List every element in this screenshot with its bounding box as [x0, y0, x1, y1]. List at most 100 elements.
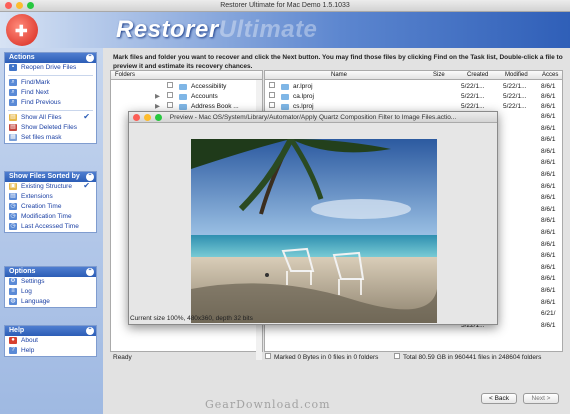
folder-icon — [179, 84, 187, 90]
minimize-window-button[interactable] — [16, 2, 23, 9]
preview-caption: Current size 100%, 480x360, depth 32 bit… — [130, 315, 253, 322]
clock-icon: ◷ — [9, 213, 17, 220]
actions-panel: Actions ⌃ ▪ Reopen Drive Files ⌕ Find/Mark … — [4, 52, 97, 144]
sort-existing-structure-item[interactable]: ▣ Existing Structure ✔ — [5, 182, 96, 192]
folder-checkbox[interactable] — [167, 92, 173, 98]
deleted-files-icon: ▤ — [9, 124, 17, 131]
preview-window-controls — [133, 114, 162, 121]
status-ready: Ready — [113, 354, 132, 361]
window-title: Restorer Ultimate for Mac Demo 1.5.1033 — [220, 2, 350, 9]
mask-icon: ▦ — [9, 134, 17, 141]
instructions-text: Mark files and folder you want to recove… — [113, 54, 563, 70]
reopen-drive-files-item[interactable]: ▪ Reopen Drive Files — [5, 63, 96, 73]
actions-panel-header[interactable]: Actions ⌃ — [5, 53, 96, 63]
folder-icon — [281, 84, 289, 90]
collapse-icon[interactable]: ⌃ — [86, 327, 94, 335]
options-panel-header[interactable]: Options ⌃ — [5, 267, 96, 277]
status-marked: Marked 0 Bytes in 0 files in 0 folders — [274, 354, 379, 361]
modified-column-header[interactable]: Modified — [505, 71, 528, 80]
help-panel-header[interactable]: Help ⌃ — [5, 326, 96, 336]
find-next-item[interactable]: ⌕ Find Next — [5, 88, 96, 98]
beach-preview-image — [191, 139, 437, 323]
folder-icon — [281, 104, 289, 110]
disclosure-triangle-icon[interactable]: ▶ — [155, 92, 160, 102]
file-row[interactable]: ar.lproj 5/22/1... 5/22/1... 8/6/1 — [265, 82, 562, 92]
files-header: Name Size Created Modified Acces — [265, 71, 562, 80]
sort-modification-time-item[interactable]: ◷ Modification Time — [5, 212, 96, 222]
set-files-mask-item[interactable]: ▦ Set files mask — [5, 133, 96, 143]
folder-icon — [179, 104, 187, 110]
language-item[interactable]: ◍ Language — [5, 297, 96, 307]
folders-header[interactable]: Folders — [111, 71, 262, 80]
search-icon: ⌕ — [9, 79, 17, 86]
total-checkbox[interactable] — [394, 353, 400, 359]
back-button[interactable]: < Back — [481, 393, 517, 404]
zoom-preview-button[interactable] — [155, 114, 162, 121]
collapse-icon[interactable]: ⌃ — [86, 173, 94, 181]
find-previous-item[interactable]: ⌕ Find Previous — [5, 98, 96, 108]
file-checkbox[interactable] — [269, 92, 275, 98]
mark-all-checkbox[interactable] — [265, 353, 271, 359]
brand-logo: RestorerUltimate — [116, 16, 318, 43]
file-row[interactable]: ca.lproj 5/22/1... 5/22/1... 8/6/1 — [265, 92, 562, 102]
watermark-text: GearDownload.com — [205, 398, 331, 411]
accessed-column-header[interactable]: Acces — [542, 71, 558, 80]
folder-checkbox[interactable] — [167, 82, 173, 88]
close-window-button[interactable] — [5, 2, 12, 9]
log-item[interactable]: ≡ Log — [5, 287, 96, 297]
collapse-icon[interactable]: ⌃ — [86, 54, 94, 62]
preview-title: Preview - Mac OS/System/Library/Automato… — [169, 114, 457, 121]
preview-titlebar[interactable]: Preview - Mac OS/System/Library/Automato… — [129, 112, 497, 123]
extensions-icon: ▤ — [9, 193, 17, 200]
gear-icon: ⚙ — [9, 278, 17, 285]
search-previous-icon: ⌕ — [9, 99, 17, 106]
show-all-files-item[interactable]: ▤ Show All Files ✔ — [5, 113, 96, 123]
search-next-icon: ⌕ — [9, 89, 17, 96]
size-column-header[interactable]: Size — [433, 71, 445, 80]
divider — [8, 75, 93, 76]
find-mark-item[interactable]: ⌕ Find/Mark — [5, 78, 96, 88]
divider — [8, 110, 93, 111]
collapse-icon[interactable]: ⌃ — [86, 268, 94, 276]
help-item[interactable]: ? Help — [5, 346, 96, 356]
zoom-window-button[interactable] — [27, 2, 34, 9]
options-panel: Options ⌃ ⚙ Settings ≡ Log ◍ Language — [4, 266, 97, 308]
created-column-header[interactable]: Created — [467, 71, 488, 80]
task-sidebar: Actions ⌃ ▪ Reopen Drive Files ⌕ Find/Mark … — [0, 48, 103, 414]
help-panel: Help ⌃ ● About ? Help — [4, 325, 97, 357]
log-icon: ≡ — [9, 288, 17, 295]
preview-window[interactable]: Preview - Mac OS/System/Library/Automato… — [128, 111, 498, 325]
file-checkbox[interactable] — [269, 102, 275, 108]
folder-row[interactable]: Accessibility — [111, 82, 262, 92]
sort-creation-time-item[interactable]: ◷ Creation Time — [5, 202, 96, 212]
sorted-by-panel: Show Files Sorted by ⌃ ▣ Existing Structur… — [4, 171, 97, 233]
sort-extensions-item[interactable]: ▤ Extensions — [5, 192, 96, 202]
close-preview-button[interactable] — [133, 114, 140, 121]
app-logo-icon: ✚ — [6, 14, 38, 46]
sort-last-accessed-time-item[interactable]: ◷ Last Accessed Time — [5, 222, 96, 232]
app-banner: ✚ RestorerUltimate — [0, 12, 570, 48]
name-column-header[interactable]: Name — [331, 71, 347, 80]
folder-icon — [179, 94, 187, 100]
checkmark-icon: ✔ — [83, 112, 90, 121]
minimize-preview-button[interactable] — [144, 114, 151, 121]
status-bar: Ready Marked 0 Bytes in 0 files in 0 fol… — [110, 353, 563, 363]
file-checkbox[interactable] — [269, 82, 275, 88]
about-item[interactable]: ● About — [5, 336, 96, 346]
folder-row[interactable]: ▶ Accounts — [111, 92, 262, 102]
about-icon: ● — [9, 337, 17, 344]
drive-icon: ▪ — [9, 64, 17, 71]
window-controls — [5, 2, 34, 9]
clock-icon: ◷ — [9, 223, 17, 230]
folder-icon — [281, 94, 289, 100]
globe-icon: ◍ — [9, 298, 17, 305]
clock-icon: ◷ — [9, 203, 17, 210]
show-deleted-files-item[interactable]: ▤ Show Deleted Files — [5, 123, 96, 133]
settings-item[interactable]: ⚙ Settings — [5, 277, 96, 287]
window-titlebar: Restorer Ultimate for Mac Demo 1.5.1033 — [0, 0, 570, 12]
next-button[interactable]: Next > — [523, 393, 559, 404]
folder-tree-icon: ▣ — [9, 183, 17, 190]
status-total: Total 80.59 GB in 960441 files in 248604… — [403, 354, 542, 361]
help-icon: ? — [9, 347, 17, 354]
folder-checkbox[interactable] — [167, 102, 173, 108]
